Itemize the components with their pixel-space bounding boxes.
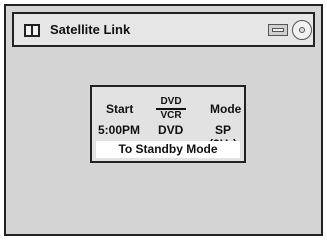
device-header: DVD VCR <box>156 97 186 121</box>
tape-icon <box>268 24 288 36</box>
start-value: 5:00PM <box>98 123 141 137</box>
device-value: DVD <box>158 123 184 137</box>
device-header-bottom: VCR <box>160 110 182 121</box>
mode-header: Mode <box>210 102 242 116</box>
satellite-link-panel: Start DVD VCR Mode 5:00PM DVD SP (2Hr) T… <box>90 85 246 163</box>
start-header: Start <box>106 102 134 116</box>
window-icon <box>24 24 40 37</box>
page-title: Satellite Link <box>50 22 131 37</box>
satellite-link-screen: Satellite Link Start DVD VCR Mode 5:00PM… <box>4 4 323 236</box>
standby-mode-button[interactable]: To Standby Mode <box>96 141 240 158</box>
title-bar: Satellite Link <box>12 12 315 47</box>
disc-icon <box>292 20 312 40</box>
device-header-top: DVD <box>156 97 186 110</box>
